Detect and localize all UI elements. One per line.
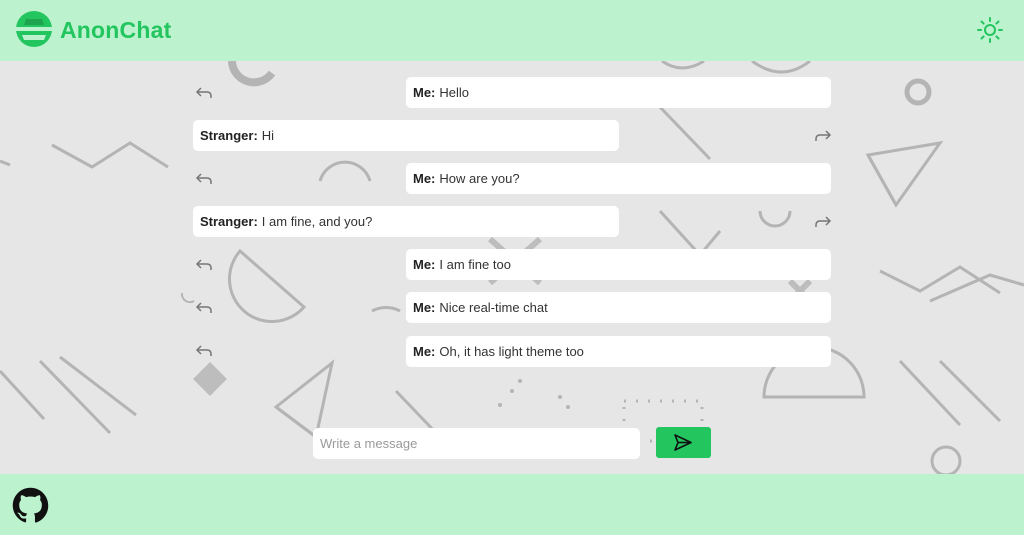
message-bubble: Me: Oh, it has light theme too — [406, 336, 831, 367]
sun-icon[interactable] — [976, 16, 1004, 44]
message-input[interactable] — [313, 428, 640, 459]
message-sender: Me: — [413, 85, 436, 100]
reply-icon[interactable] — [195, 172, 213, 186]
message-sender: Stranger: — [200, 128, 258, 143]
send-button[interactable] — [656, 427, 711, 458]
message-text: Nice real-time chat — [439, 300, 548, 315]
message-text: Oh, it has light theme too — [439, 344, 584, 359]
chat-area[interactable]: Me: Hello Stranger: Hi Me: How are you? Str… — [0, 61, 1024, 474]
message-sender: Stranger: — [200, 214, 258, 229]
message-text: Hello — [439, 85, 470, 100]
message-text: I am fine, and you? — [261, 214, 373, 229]
message-text: I am fine too — [439, 257, 511, 272]
forward-reply-icon[interactable] — [814, 129, 832, 143]
github-icon[interactable] — [12, 487, 49, 524]
message-text: Hi — [261, 128, 275, 143]
reply-icon[interactable] — [195, 301, 213, 315]
message-bubble: Me: How are you? — [406, 163, 831, 194]
message-bubble: Me: Nice real-time chat — [406, 292, 831, 323]
footer-bar — [0, 474, 1024, 535]
reply-icon[interactable] — [195, 86, 213, 100]
message-sender: Me: — [413, 344, 436, 359]
header-bar: AnonChat — [0, 0, 1024, 61]
message-sender: Me: — [413, 257, 436, 272]
reply-icon[interactable] — [195, 258, 213, 272]
message-bubble: Stranger: I am fine, and you? — [193, 206, 619, 237]
message-bubble: Me: Hello — [406, 77, 831, 108]
incognito-icon — [16, 11, 52, 47]
message-bubble: Stranger: Hi — [193, 120, 619, 151]
message-sender: Me: — [413, 171, 436, 186]
message-text: How are you? — [439, 171, 520, 186]
reply-icon[interactable] — [195, 344, 213, 358]
message-bubble: Me: I am fine too — [406, 249, 831, 280]
app-title: AnonChat — [60, 17, 172, 43]
send-icon — [674, 434, 692, 451]
message-sender: Me: — [413, 300, 436, 315]
forward-reply-icon[interactable] — [814, 215, 832, 229]
